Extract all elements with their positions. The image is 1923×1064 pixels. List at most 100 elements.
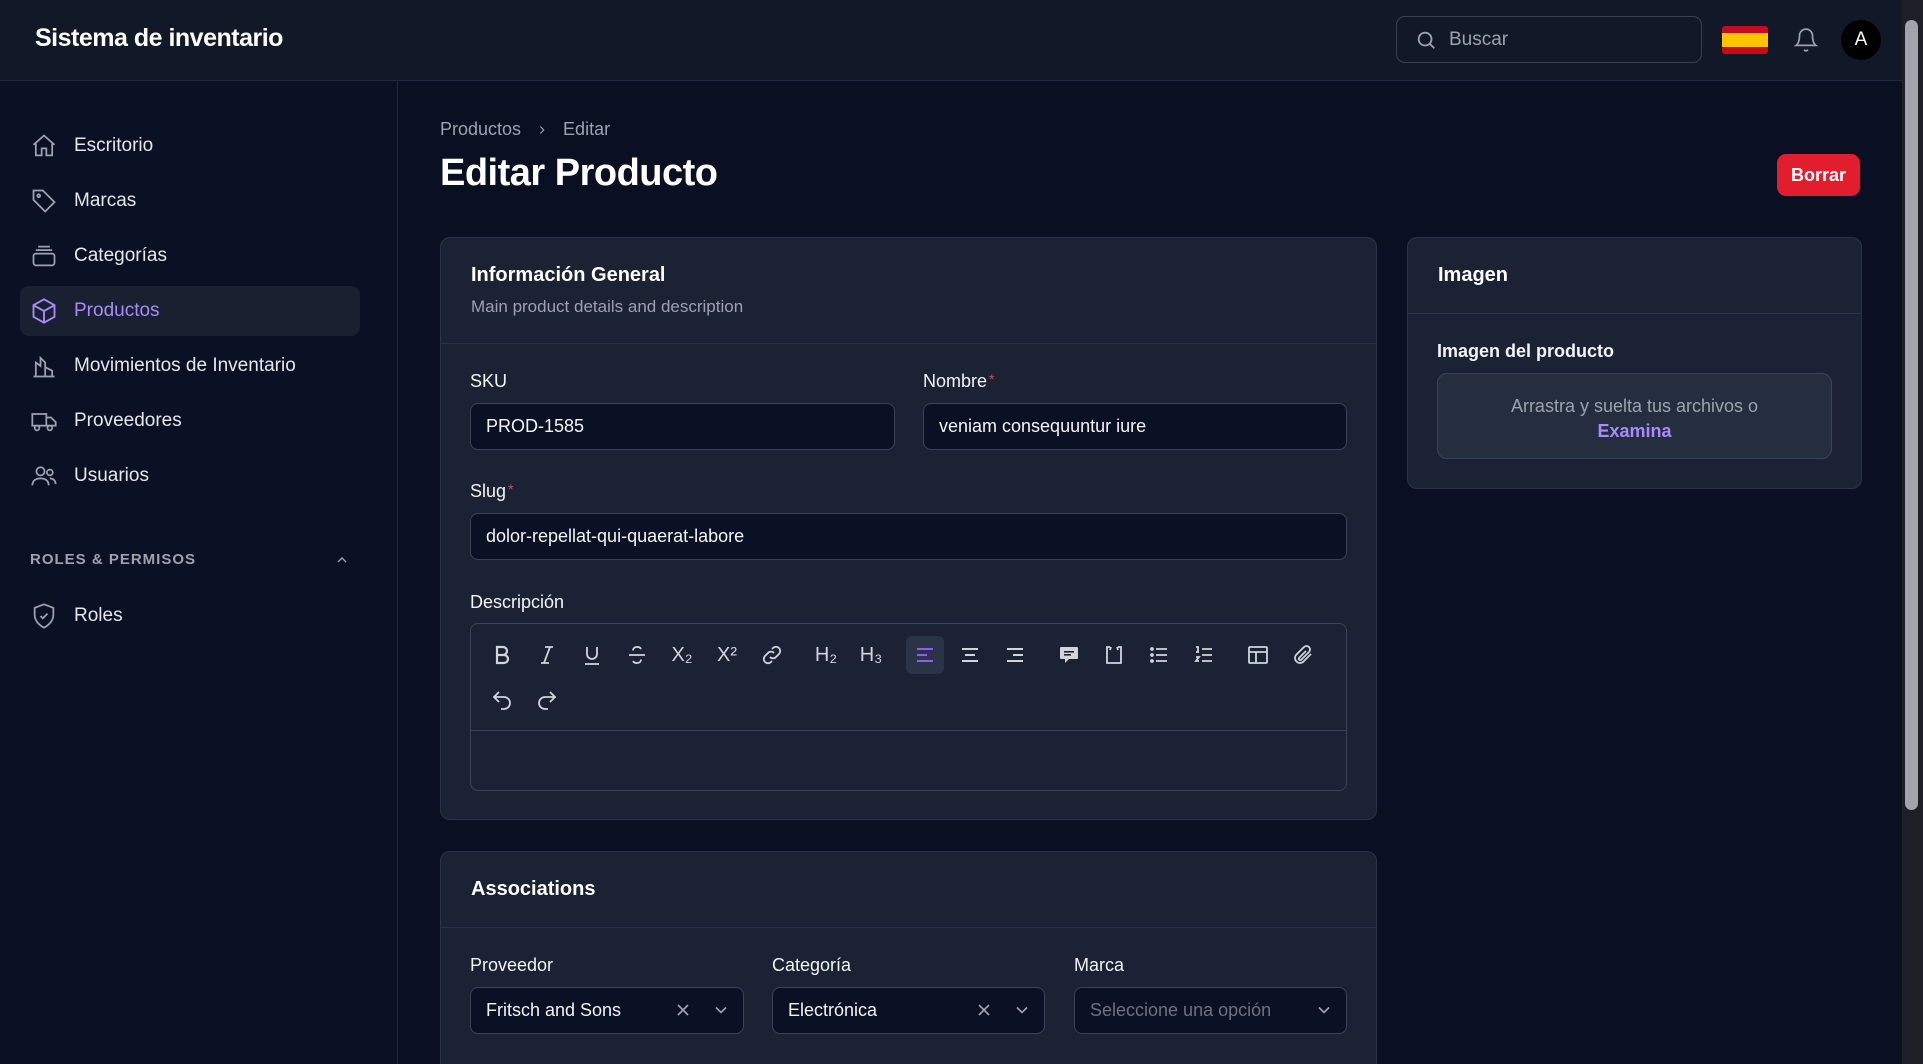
truck-icon <box>31 413 57 432</box>
sidebar-item-escritorio[interactable]: Escritorio <box>20 121 360 171</box>
notification-bell-icon[interactable] <box>1793 26 1819 54</box>
heading-3-icon[interactable]: H₃ <box>852 636 890 674</box>
supplier-select[interactable]: Fritsch and Sons <box>470 987 744 1034</box>
sidebar-item-label: Proveedores <box>74 410 182 431</box>
sku-input[interactable] <box>470 403 895 450</box>
link-icon[interactable] <box>753 636 791 674</box>
category-value: Electrónica <box>788 1000 878 1020</box>
align-left-icon[interactable] <box>906 636 944 674</box>
sidebar-item-productos[interactable]: Productos <box>20 286 360 336</box>
card-title: Imagen <box>1438 264 1509 286</box>
strikethrough-icon[interactable] <box>618 636 656 674</box>
language-flag-icon[interactable] <box>1722 26 1768 54</box>
scrollbar-thumb[interactable] <box>1905 20 1918 810</box>
chevron-down-icon[interactable] <box>1314 1000 1334 1020</box>
sidebar-item-label: Roles <box>74 605 123 626</box>
sidebar-item-roles[interactable]: Roles <box>20 591 360 641</box>
sidebar-item-label: Marcas <box>74 190 137 211</box>
name-label-text: Nombre <box>923 371 988 391</box>
supplier-value: Fritsch and Sons <box>486 1000 622 1020</box>
underline-icon[interactable] <box>573 636 611 674</box>
attach-icon[interactable] <box>1284 636 1322 674</box>
brand-placeholder: Seleccione una opción <box>1090 1000 1272 1020</box>
sku-label: SKU <box>470 371 508 391</box>
brand-select[interactable]: Seleccione una opción <box>1074 987 1347 1034</box>
editor-toolbar: X₂ X² H₂ H₃ <box>471 624 1346 731</box>
bullet-list-icon[interactable] <box>1140 636 1178 674</box>
top-bar: Sistema de inventario A <box>0 0 1902 81</box>
cube-icon <box>32 298 56 324</box>
clear-icon[interactable] <box>974 1000 994 1020</box>
browse-link[interactable]: Examina <box>1438 419 1831 444</box>
dropzone-text: Arrastra y suelta tus archivos o <box>1510 396 1759 416</box>
heading-2-icon[interactable]: H₂ <box>807 636 845 674</box>
rich-text-editor[interactable]: X₂ X² H₂ H₃ <box>470 623 1347 791</box>
table-icon[interactable] <box>1239 636 1277 674</box>
superscript-icon[interactable]: X² <box>708 636 746 674</box>
image-card-header: Imagen <box>1408 238 1861 314</box>
search-box[interactable] <box>1396 16 1702 63</box>
sidebar-item-label: Categorías <box>74 245 167 266</box>
slug-label: Slug * <box>470 481 514 501</box>
sidebar-item-movimientos[interactable]: Movimientos de Inventario <box>20 341 360 391</box>
category-select[interactable]: Electrónica <box>772 987 1045 1034</box>
description-label: Descripción <box>470 592 565 612</box>
redo-icon[interactable] <box>528 681 566 719</box>
undo-icon[interactable] <box>483 681 521 719</box>
sidebar-item-label: Usuarios <box>74 465 149 486</box>
tag-icon <box>32 189 56 213</box>
sidebar-item-label: Movimientos de Inventario <box>74 355 296 376</box>
home-icon <box>32 134 56 157</box>
sidebar-item-label: Productos <box>74 300 160 321</box>
page-title: Editar Producto <box>440 152 718 194</box>
section-label: ROLES & PERMISOS <box>30 551 197 568</box>
italic-icon[interactable] <box>528 636 566 674</box>
breadcrumb: Productos Editar <box>440 119 610 140</box>
supplier-label: Proveedor <box>470 955 554 975</box>
general-info-header: Información General Main product details… <box>441 238 1376 344</box>
sidebar: Escritorio Marcas Categorías Productos M… <box>0 81 398 1064</box>
search-icon <box>1417 31 1435 49</box>
search-input[interactable] <box>1449 28 1689 51</box>
chevron-down-icon[interactable] <box>1012 1000 1032 1020</box>
code-block-icon[interactable] <box>1095 636 1133 674</box>
slug-label-text: Slug <box>470 481 507 501</box>
sidebar-item-label: Escritorio <box>74 135 154 156</box>
category-label: Categoría <box>772 955 852 975</box>
chart-icon <box>33 355 55 378</box>
users-icon <box>31 466 57 486</box>
stack-icon <box>32 245 56 267</box>
image-dropzone[interactable]: Arrastra y suelta tus archivos o Examina <box>1437 373 1832 459</box>
sidebar-item-proveedores[interactable]: Proveedores <box>20 396 360 446</box>
subscript-icon[interactable]: X₂ <box>663 636 701 674</box>
sidebar-item-usuarios[interactable]: Usuarios <box>20 451 360 501</box>
name-label: Nombre * <box>923 371 995 391</box>
shield-icon <box>33 603 55 629</box>
sidebar-item-marcas[interactable]: Marcas <box>20 176 360 226</box>
sidebar-item-categorias[interactable]: Categorías <box>20 231 360 281</box>
image-field-label: Imagen del producto <box>1437 341 1615 361</box>
chevron-right-icon <box>539 125 545 134</box>
section-roles-permisos[interactable]: ROLES & PERMISOS <box>30 551 350 568</box>
name-input[interactable] <box>923 403 1347 450</box>
card-title: Información General <box>471 264 666 286</box>
align-right-icon[interactable] <box>996 636 1034 674</box>
align-center-icon[interactable] <box>951 636 989 674</box>
blockquote-icon[interactable] <box>1050 636 1088 674</box>
breadcrumb-current: Editar <box>563 119 611 139</box>
app-title[interactable]: Sistema de inventario <box>35 24 283 53</box>
associations-header: Associations <box>441 852 1376 928</box>
card-subtitle: Main product details and description <box>471 297 744 316</box>
delete-button[interactable]: Borrar <box>1777 154 1860 196</box>
clear-icon[interactable] <box>673 1000 693 1020</box>
card-title: Associations <box>471 878 596 900</box>
editor-content-area[interactable] <box>471 731 1346 790</box>
bold-icon[interactable] <box>483 636 521 674</box>
chevron-up-icon[interactable] <box>334 552 350 568</box>
slug-input[interactable] <box>470 513 1347 560</box>
breadcrumb-parent[interactable]: Productos <box>440 119 521 140</box>
brand-label: Marca <box>1074 955 1125 975</box>
chevron-down-icon[interactable] <box>711 1000 731 1020</box>
ordered-list-icon[interactable] <box>1185 636 1223 674</box>
avatar[interactable]: A <box>1841 20 1881 60</box>
